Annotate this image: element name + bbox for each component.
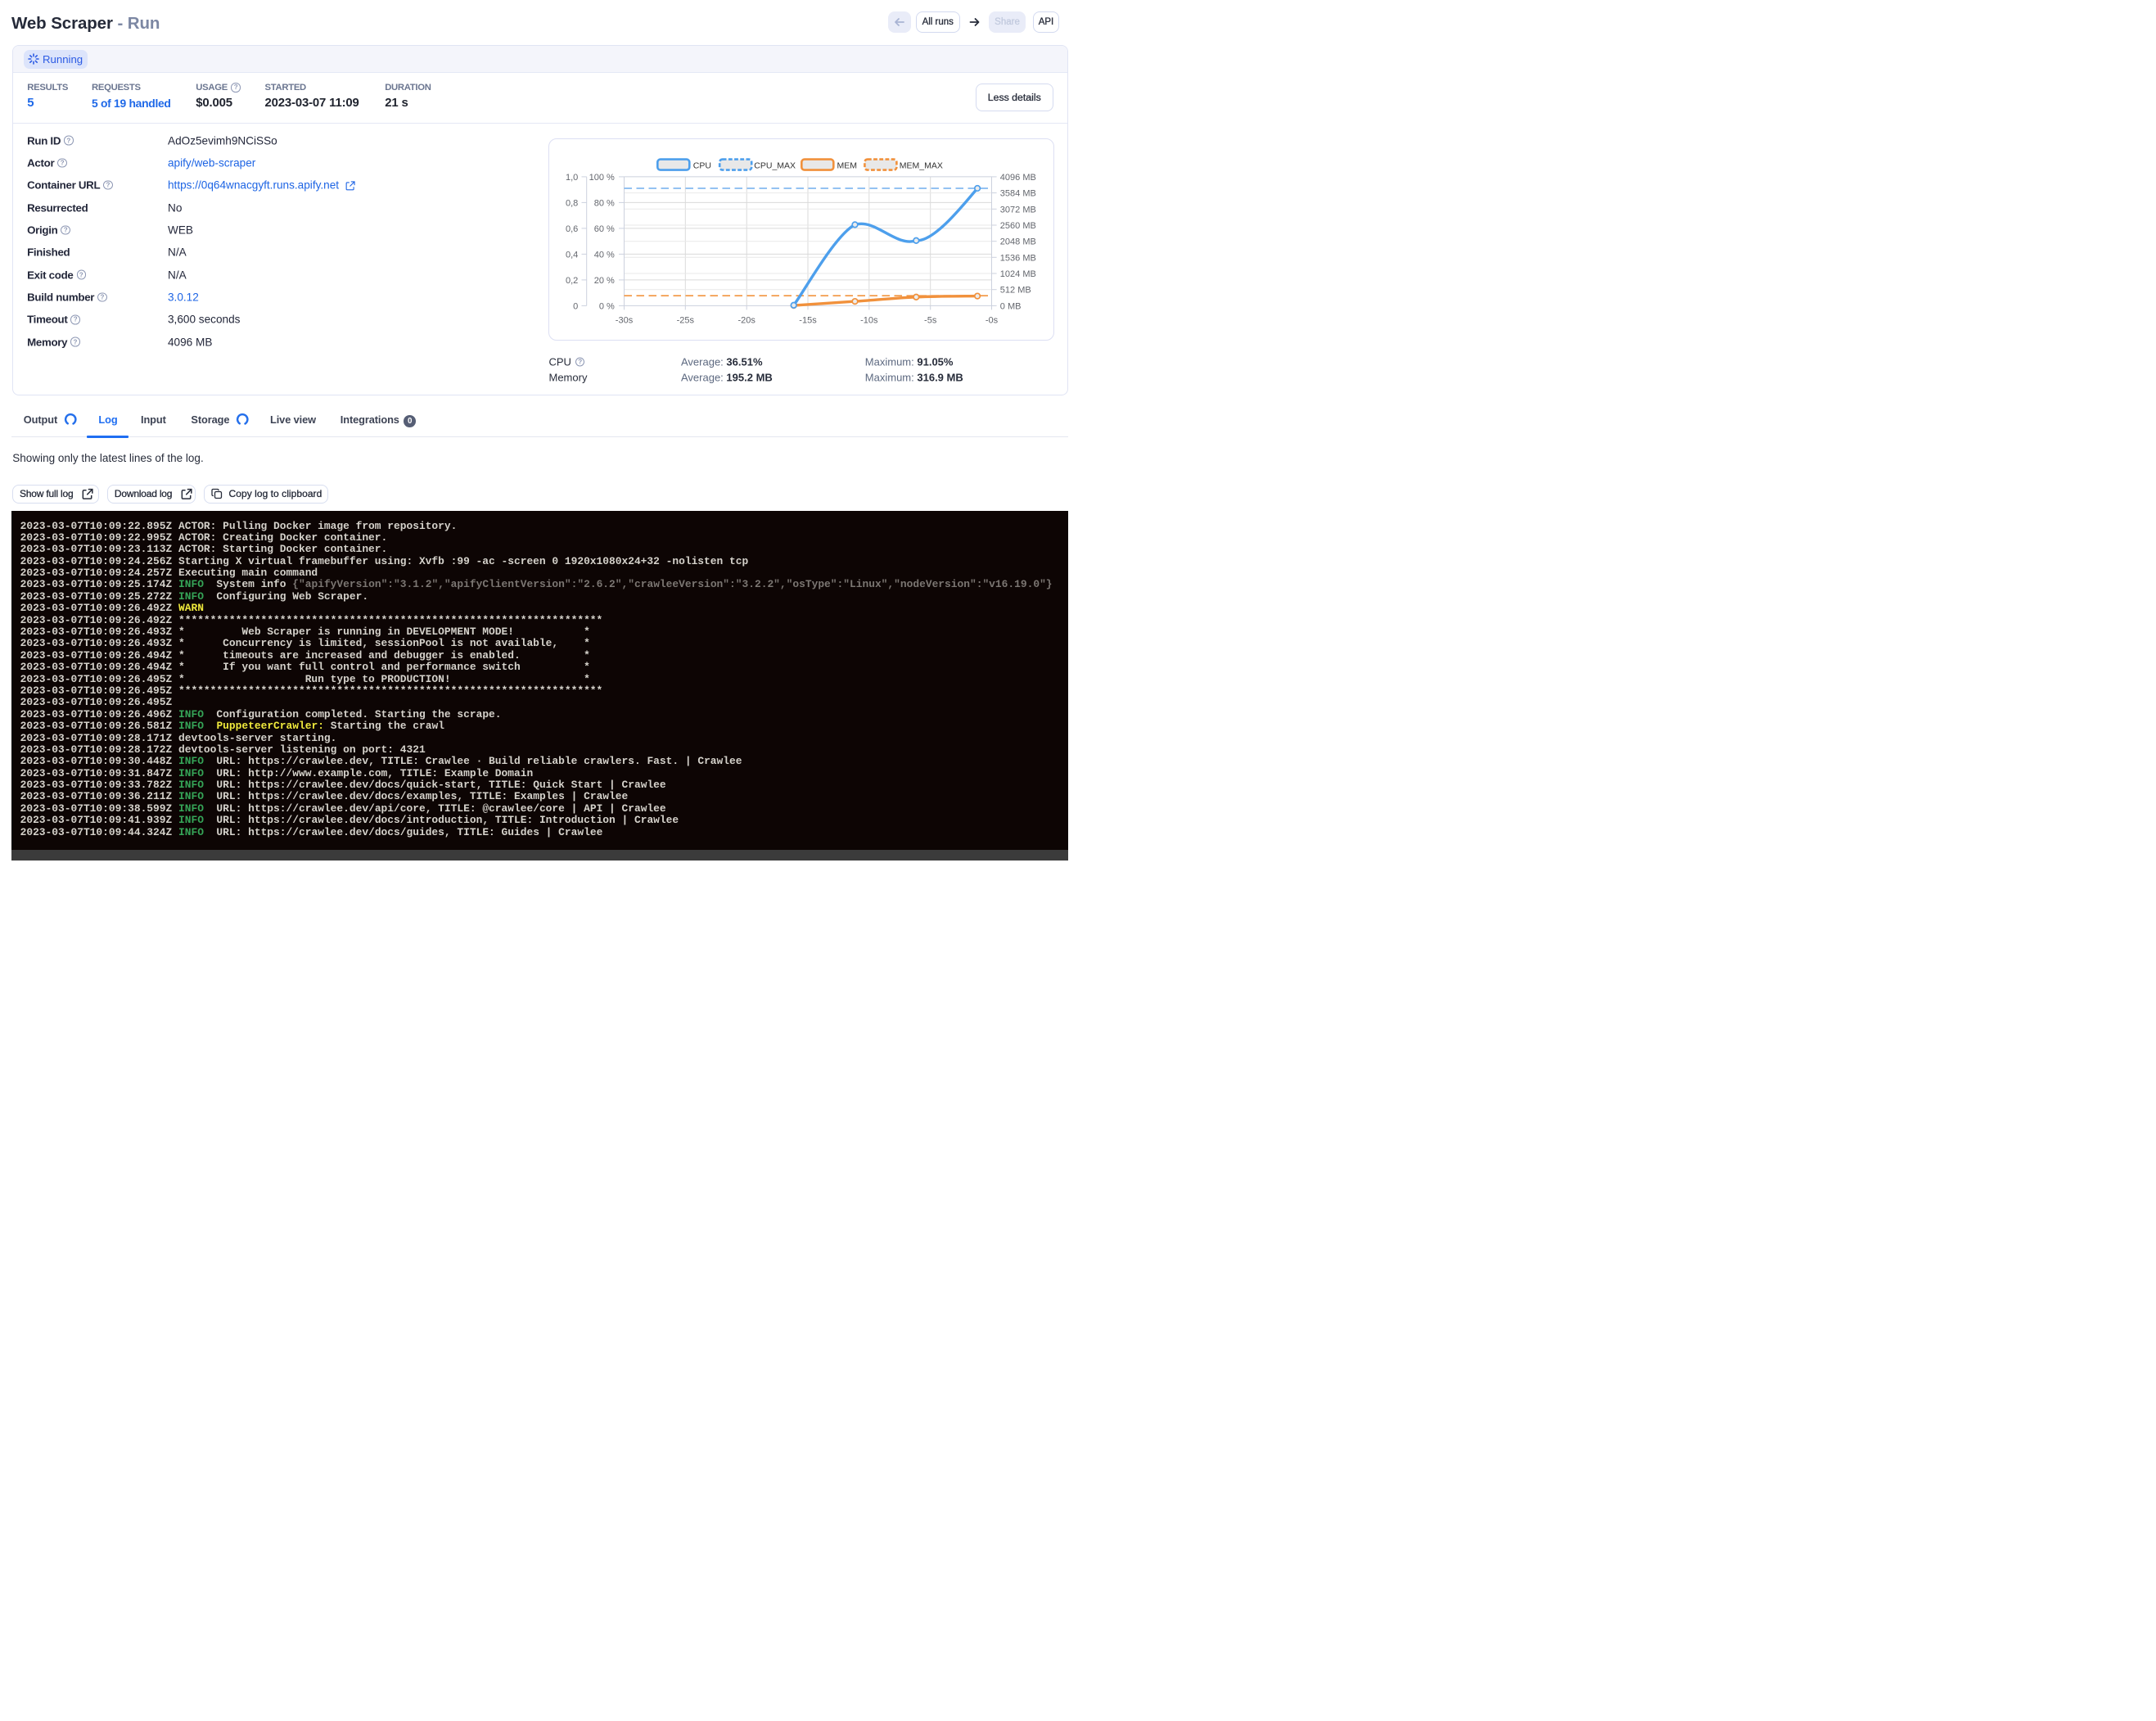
svg-text:0,2: 0,2 (566, 275, 578, 285)
svg-text:1,0: 1,0 (566, 172, 578, 182)
svg-text:-30s: -30s (615, 315, 633, 325)
svg-text:3072 MB: 3072 MB (999, 205, 1035, 215)
svg-text:40 %: 40 % (593, 250, 614, 260)
svg-text:0,8: 0,8 (566, 198, 578, 208)
svg-text:100 %: 100 % (589, 172, 614, 182)
svg-text:80 %: 80 % (593, 198, 614, 208)
svg-text:60 %: 60 % (593, 224, 614, 233)
svg-text:CPU: CPU (692, 160, 710, 170)
svg-text:3584 MB: 3584 MB (999, 188, 1035, 198)
svg-text:2048 MB: 2048 MB (999, 237, 1035, 246)
svg-text:512 MB: 512 MB (999, 285, 1031, 295)
svg-text:0,4: 0,4 (566, 250, 578, 260)
svg-text:1536 MB: 1536 MB (999, 253, 1035, 263)
svg-text:0: 0 (573, 301, 578, 311)
svg-text:0,6: 0,6 (566, 224, 578, 233)
svg-text:1024 MB: 1024 MB (999, 269, 1035, 279)
svg-text:-25s: -25s (676, 315, 694, 325)
svg-text:MEM_MAX: MEM_MAX (899, 160, 942, 170)
svg-text:CPU_MAX: CPU_MAX (754, 160, 796, 170)
svg-text:MEM: MEM (837, 160, 857, 170)
svg-text:-20s: -20s (737, 315, 756, 325)
svg-text:-10s: -10s (860, 315, 878, 325)
svg-text:4096 MB: 4096 MB (999, 172, 1035, 182)
svg-text:0 MB: 0 MB (999, 301, 1021, 311)
svg-text:-0s: -0s (985, 315, 998, 325)
svg-text:20 %: 20 % (593, 275, 614, 285)
svg-text:-15s: -15s (799, 315, 817, 325)
svg-text:2560 MB: 2560 MB (999, 221, 1035, 231)
svg-text:-5s: -5s (924, 315, 937, 325)
svg-text:0 %: 0 % (598, 301, 614, 311)
